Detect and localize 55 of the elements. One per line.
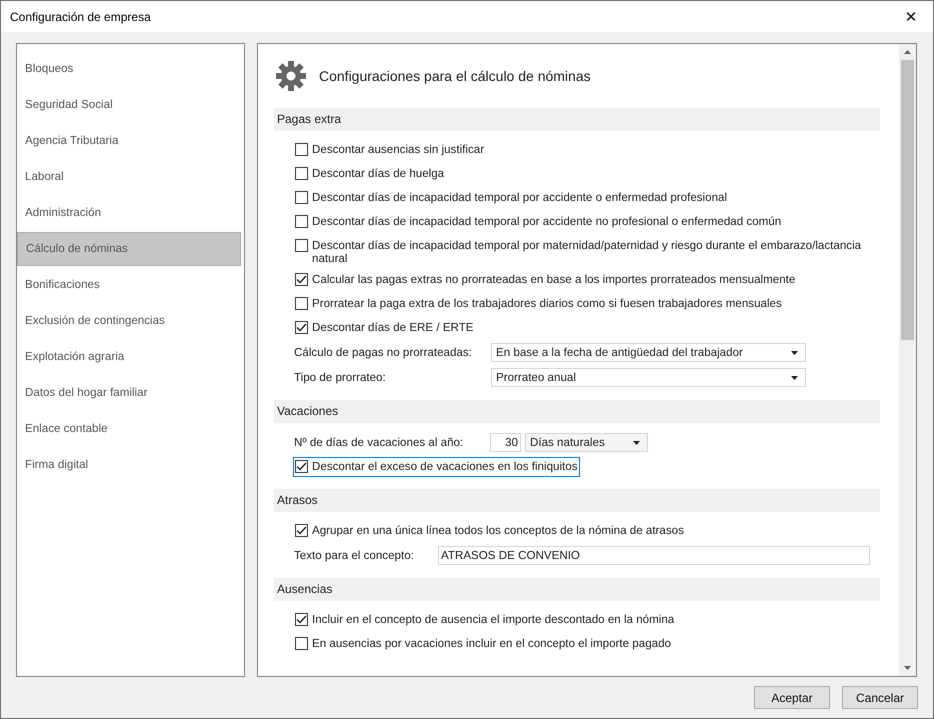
text-field[interactable]: ATRASOS DE CONVENIO (438, 546, 870, 565)
sidebar-item[interactable]: Datos del hogar familiar (17, 376, 241, 410)
sidebar-item[interactable]: Bonificaciones (17, 268, 241, 302)
dropdown[interactable]: En base a la fecha de antigüedad del trabajador (491, 343, 806, 362)
sidebar-item[interactable]: Enlace contable (17, 412, 241, 446)
scroll-thumb[interactable] (901, 60, 914, 340)
checkbox-option[interactable]: Calcular las pagas extras no prorrateadas en base a los importes prorrateados mensualmente (293, 270, 798, 290)
scrollbar[interactable] (899, 44, 916, 676)
dialog-button[interactable]: Cancelar (842, 686, 918, 709)
scroll-down-icon (904, 666, 911, 670)
field-label: Texto para el concepto: (293, 549, 415, 562)
section-header: Pagas extra (274, 108, 880, 131)
field-label: Cálculo de pagas no prorrateadas: (293, 346, 473, 359)
check-icon (296, 462, 307, 471)
checkbox-option[interactable]: Descontar días de incapacidad temporal por accidente no profesional o enfermedad común (293, 212, 784, 232)
caret-icon (791, 350, 798, 354)
dropdown[interactable]: Prorrateo anual (491, 368, 806, 387)
check-icon (296, 323, 307, 332)
checkbox-option[interactable]: Agrupar en una única línea todos los conceptos de la nómina de atrasos (293, 521, 686, 541)
checkbox-option[interactable]: Descontar días de huelga (293, 164, 446, 184)
check-icon (296, 275, 307, 284)
checkbox-option[interactable]: Descontar días de incapacidad temporal por maternidad/paternidad y riesgo durante el embarazo/lactancia natural (293, 236, 880, 266)
number-field[interactable]: 30 (490, 433, 521, 452)
sidebar-item[interactable]: Bloqueos (17, 52, 241, 86)
checkbox-option[interactable]: En ausencias por vacaciones incluir en el concepto el importe pagado (293, 634, 673, 654)
section-header: Atrasos (274, 489, 880, 512)
sidebar-item[interactable]: Explotación agraria (17, 340, 241, 374)
check-icon (296, 615, 307, 624)
gear-icon (275, 60, 307, 92)
unit-dropdown[interactable]: Días naturales (525, 433, 648, 452)
section-header: Ausencias (274, 578, 880, 601)
field-label: Tipo de prorrateo: (293, 371, 387, 384)
checkbox-option[interactable]: Prorratear la paga extra de los trabajadores diarios como si fuesen trabajadores mensuales (293, 294, 784, 314)
sidebar-item[interactable]: Cálculo de nóminas (17, 232, 241, 266)
sidebar-item[interactable]: Administración (17, 196, 241, 230)
window-title: Configuración de empresa (9, 10, 151, 24)
section-header: Vacaciones (274, 400, 880, 423)
check-icon (296, 526, 307, 535)
sidebar-item[interactable]: Seguridad Social (17, 88, 241, 122)
caret-icon (633, 440, 640, 444)
sidebar-item[interactable]: Agencia Tributaria (17, 124, 241, 158)
sidebar-item[interactable]: Firma digital (17, 448, 241, 482)
close-button[interactable]: ✕ (889, 1, 933, 32)
caret-icon (791, 376, 798, 380)
checkbox-option[interactable]: Descontar ausencias sin justificar (293, 140, 486, 160)
field-label: Nº de días de vacaciones al año: (293, 436, 464, 449)
sidebar-item[interactable]: Exclusión de contingencias (17, 304, 241, 338)
checkbox-option[interactable]: Incluir en el concepto de ausencia el importe descontado en la nómina (293, 610, 676, 630)
sidebar-item[interactable]: Laboral (17, 160, 241, 194)
scroll-up-icon (904, 50, 911, 54)
checkbox-option[interactable]: Descontar el exceso de vacaciones en los finiquitos (293, 457, 580, 477)
checkbox-option[interactable]: Descontar días de ERE / ERTE (293, 318, 476, 338)
dialog-button[interactable]: Aceptar (754, 686, 830, 709)
panel-title: Configuraciones para el cálculo de nóminas (319, 68, 591, 84)
checkbox-option[interactable]: Descontar días de incapacidad temporal por accidente o enfermedad profesional (293, 188, 730, 208)
